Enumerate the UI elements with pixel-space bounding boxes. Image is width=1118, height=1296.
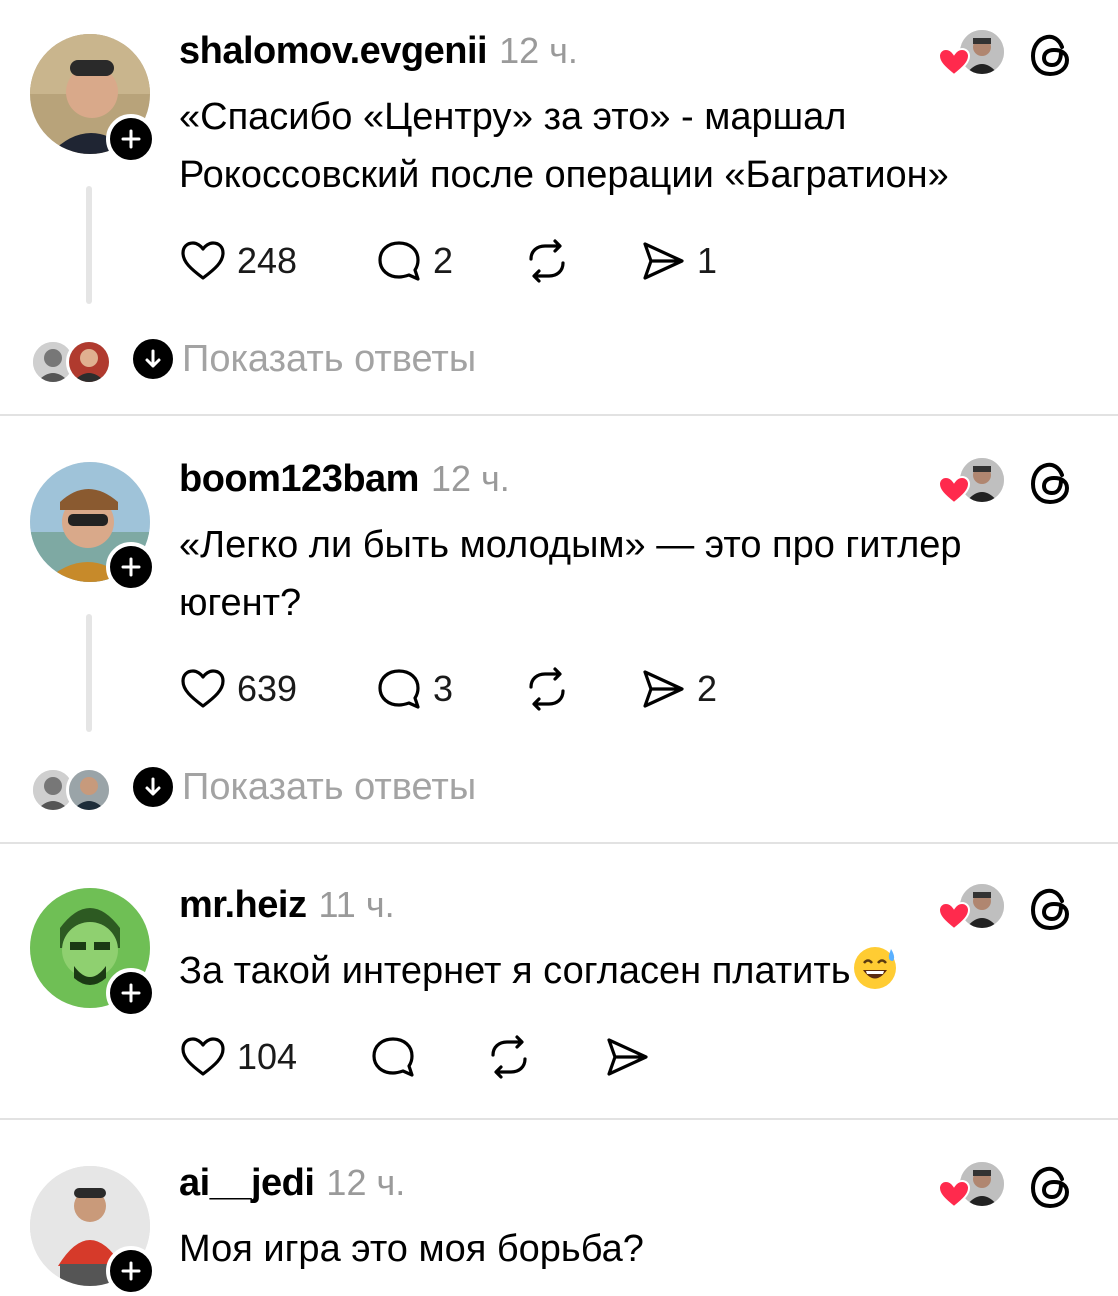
repost-icon bbox=[529, 239, 565, 283]
repost-button[interactable] bbox=[523, 664, 571, 714]
share-button[interactable] bbox=[603, 1032, 651, 1082]
expand-replies-button[interactable] bbox=[130, 336, 176, 382]
share-count: 1 bbox=[697, 240, 718, 281]
repost-icon bbox=[529, 667, 565, 711]
replies-preview[interactable]: Показать ответы bbox=[30, 764, 1110, 814]
username[interactable]: shalomov.evgenii bbox=[179, 30, 488, 73]
like-count: 104 bbox=[237, 1036, 298, 1077]
red-heart-icon bbox=[938, 902, 970, 930]
show-replies-link[interactable]: Показать ответы bbox=[182, 336, 476, 382]
username[interactable]: mr.heiz bbox=[179, 884, 307, 927]
like-count: 639 bbox=[237, 668, 298, 709]
heart-outline-icon bbox=[181, 241, 225, 280]
threads-logo-icon[interactable] bbox=[1026, 30, 1076, 80]
red-heart-icon bbox=[938, 1180, 970, 1208]
like-button[interactable]: 639 bbox=[179, 664, 297, 714]
follow-plus-button[interactable] bbox=[106, 542, 156, 592]
liked-by-author-badge bbox=[938, 458, 1008, 508]
post-text: «Спасибо «Центру» за это» - маршал Рокос… bbox=[179, 96, 949, 196]
liked-by-author-badge bbox=[938, 884, 1008, 934]
post-text: За такой интернет я согласен платить bbox=[179, 950, 851, 992]
timestamp: 12 ч. bbox=[326, 1162, 406, 1203]
post-text-container: За такой интернет я согласен платить bbox=[179, 942, 1079, 1000]
heart-outline-icon bbox=[181, 1037, 225, 1076]
arrow-down-icon bbox=[145, 777, 161, 796]
red-heart-icon bbox=[938, 476, 970, 504]
comment-count: 2 bbox=[433, 240, 454, 281]
send-icon bbox=[643, 670, 684, 708]
share-button[interactable]: 2 bbox=[639, 664, 717, 714]
post-header: mr.heiz 11 ч. bbox=[179, 884, 395, 927]
post-divider bbox=[0, 414, 1118, 416]
arrow-down-icon bbox=[145, 349, 161, 368]
share-count: 2 bbox=[697, 668, 718, 709]
repost-button[interactable] bbox=[485, 1032, 533, 1082]
reply-avatar bbox=[66, 339, 112, 385]
post-divider bbox=[0, 842, 1118, 844]
comment-button[interactable]: 3 bbox=[375, 664, 453, 714]
sweat-smile-emoji bbox=[853, 947, 896, 989]
threads-logo-icon[interactable] bbox=[1026, 458, 1076, 508]
timestamp: 11 ч. bbox=[318, 884, 395, 925]
timestamp: 12 ч. bbox=[499, 30, 578, 71]
post-text: «Легко ли быть молодым» — это про гитлер… bbox=[179, 524, 962, 624]
follow-plus-button[interactable] bbox=[106, 968, 156, 1018]
speech-bubble-icon bbox=[378, 669, 420, 709]
like-button[interactable]: 248 bbox=[179, 236, 297, 286]
post-divider bbox=[0, 1118, 1118, 1120]
replies-preview[interactable]: Показать ответы bbox=[30, 336, 1110, 386]
threads-logo-icon[interactable] bbox=[1026, 884, 1076, 934]
comment-button[interactable] bbox=[369, 1032, 417, 1082]
share-button[interactable]: 1 bbox=[639, 236, 717, 286]
follow-plus-button[interactable] bbox=[106, 114, 156, 164]
like-count: 248 bbox=[237, 240, 298, 281]
reply-avatar bbox=[66, 767, 112, 813]
speech-bubble-icon bbox=[372, 1037, 414, 1077]
thread-line bbox=[86, 186, 92, 304]
like-button[interactable]: 104 bbox=[179, 1032, 297, 1082]
send-icon bbox=[643, 242, 684, 280]
expand-replies-button[interactable] bbox=[130, 764, 176, 810]
thread-line bbox=[86, 614, 92, 732]
repost-button[interactable] bbox=[523, 236, 571, 286]
username[interactable]: boom123bam bbox=[179, 458, 419, 501]
post-header: ai__jedi 12 ч. bbox=[179, 1162, 405, 1205]
heart-outline-icon bbox=[181, 669, 225, 708]
repost-icon bbox=[491, 1035, 527, 1079]
username[interactable]: ai__jedi bbox=[179, 1162, 315, 1205]
send-icon bbox=[607, 1038, 648, 1076]
post-header: boom123bam 12 ч. bbox=[179, 458, 510, 501]
post-text: Моя игра это моя борьба? bbox=[179, 1228, 644, 1270]
speech-bubble-icon bbox=[378, 241, 420, 281]
comment-button[interactable]: 2 bbox=[375, 236, 453, 286]
show-replies-link[interactable]: Показать ответы bbox=[182, 764, 476, 810]
timestamp: 12 ч. bbox=[430, 458, 510, 499]
liked-by-author-badge bbox=[938, 30, 1008, 80]
threads-logo-icon[interactable] bbox=[1026, 1162, 1076, 1212]
post-header: shalomov.evgenii 12 ч. bbox=[179, 30, 578, 73]
comment-count: 3 bbox=[433, 668, 454, 709]
follow-plus-button[interactable] bbox=[106, 1246, 156, 1296]
liked-by-author-badge bbox=[938, 1162, 1008, 1212]
red-heart-icon bbox=[938, 48, 970, 76]
